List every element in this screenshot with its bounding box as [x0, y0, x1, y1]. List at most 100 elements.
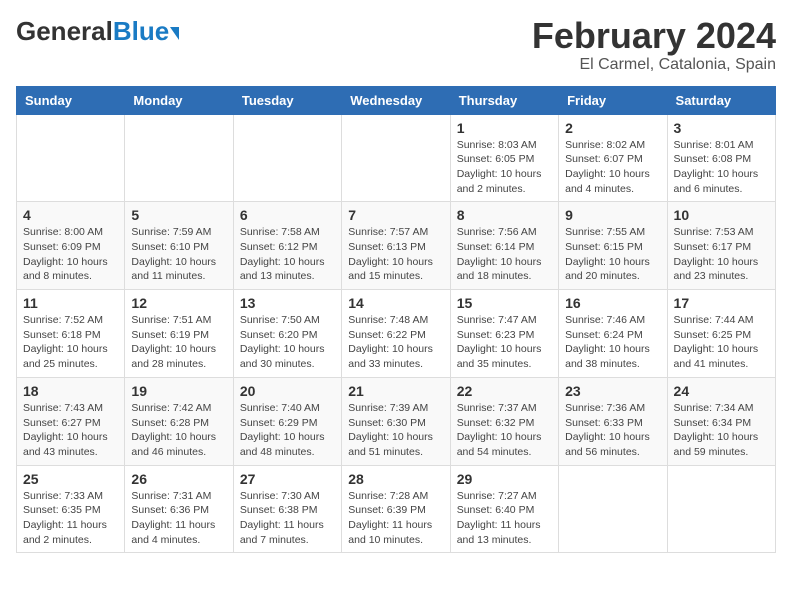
calendar-cell: 15 Sunrise: 7:47 AMSunset: 6:23 PMDayligh…: [450, 290, 558, 378]
day-number: 22: [457, 383, 552, 399]
day-info: Sunrise: 7:39 AMSunset: 6:30 PMDaylight:…: [348, 401, 443, 460]
calendar-cell: 14Sunrise: 7:48 AMSunset: 6:22 PMDayligh…: [342, 290, 450, 378]
day-info: Sunrise: 8:02 AMSunset: 6:07 PMDaylight:…: [565, 138, 660, 197]
calendar-cell: 6Sunrise: 7:58 AMSunset: 6:12 PMDaylight…: [233, 202, 341, 290]
calendar-cell: 23 Sunrise: 7:36 AMSunset: 6:33 PMDayligh…: [559, 377, 667, 465]
day-number: 13: [240, 295, 335, 311]
calendar-cell: 25 Sunrise: 7:33 AMSunset: 6:35 PMDayligh…: [17, 465, 125, 553]
calendar-header: Sunday Monday Tuesday Wednesday Thursday…: [17, 86, 776, 114]
day-number: 1: [457, 120, 552, 136]
calendar-cell: 19 Sunrise: 7:42 AMSunset: 6:28 PMDayligh…: [125, 377, 233, 465]
day-number: 5: [131, 207, 226, 223]
day-info: Sunrise: 7:51 AMSunset: 6:19 PMDaylight:…: [131, 313, 226, 372]
header-friday: Friday: [559, 86, 667, 114]
calendar-cell: 22 Sunrise: 7:37 AMSunset: 6:32 PMDayligh…: [450, 377, 558, 465]
day-info: Sunrise: 7:42 AMSunset: 6:28 PMDaylight:…: [131, 401, 226, 460]
day-number: 20: [240, 383, 335, 399]
title-area: February 2024 El Carmel, Catalonia, Spai…: [532, 16, 776, 74]
day-number: 15: [457, 295, 552, 311]
location-title: El Carmel, Catalonia, Spain: [532, 56, 776, 74]
header: GeneralBlue February 2024 El Carmel, Cat…: [16, 16, 776, 74]
day-info: Sunrise: 7:33 AMSunset: 6:35 PMDaylight:…: [23, 489, 118, 548]
day-number: 23: [565, 383, 660, 399]
day-info: Sunrise: 7:27 AMSunset: 6:40 PMDaylight:…: [457, 489, 552, 548]
day-number: 24: [674, 383, 769, 399]
logo-general: GeneralBlue: [16, 16, 169, 47]
day-number: 6: [240, 207, 335, 223]
calendar-cell: 4 Sunrise: 8:00 AMSunset: 6:09 PMDaylight…: [17, 202, 125, 290]
day-number: 26: [131, 471, 226, 487]
day-number: 17: [674, 295, 769, 311]
day-info: Sunrise: 7:43 AMSunset: 6:27 PMDaylight:…: [23, 401, 118, 460]
calendar-week-3: 18 Sunrise: 7:43 AMSunset: 6:27 PMDayligh…: [17, 377, 776, 465]
calendar-cell: 24 Sunrise: 7:34 AMSunset: 6:34 PMDayligh…: [667, 377, 775, 465]
day-number: 2: [565, 120, 660, 136]
day-info: Sunrise: 7:44 AMSunset: 6:25 PMDaylight:…: [674, 313, 769, 372]
day-number: 16: [565, 295, 660, 311]
calendar-cell: 9 Sunrise: 7:55 AMSunset: 6:15 PMDaylight…: [559, 202, 667, 290]
day-info: Sunrise: 7:28 AMSunset: 6:39 PMDaylight:…: [348, 489, 443, 548]
day-info: Sunrise: 8:00 AMSunset: 6:09 PMDaylight:…: [23, 225, 118, 284]
calendar-cell: 12 Sunrise: 7:51 AMSunset: 6:19 PMDayligh…: [125, 290, 233, 378]
calendar-week-2: 11Sunrise: 7:52 AMSunset: 6:18 PMDayligh…: [17, 290, 776, 378]
header-thursday: Thursday: [450, 86, 558, 114]
day-info: Sunrise: 7:53 AMSunset: 6:17 PMDaylight:…: [674, 225, 769, 284]
header-tuesday: Tuesday: [233, 86, 341, 114]
calendar-cell: 3Sunrise: 8:01 AMSunset: 6:08 PMDaylight…: [667, 114, 775, 202]
calendar-cell: 2 Sunrise: 8:02 AMSunset: 6:07 PMDaylight…: [559, 114, 667, 202]
day-number: 19: [131, 383, 226, 399]
day-info: Sunrise: 7:56 AMSunset: 6:14 PMDaylight:…: [457, 225, 552, 284]
day-number: 12: [131, 295, 226, 311]
day-number: 8: [457, 207, 552, 223]
day-info: Sunrise: 7:30 AMSunset: 6:38 PMDaylight:…: [240, 489, 335, 548]
day-number: 29: [457, 471, 552, 487]
day-info: Sunrise: 7:50 AMSunset: 6:20 PMDaylight:…: [240, 313, 335, 372]
day-info: Sunrise: 8:03 AMSunset: 6:05 PMDaylight:…: [457, 138, 552, 197]
calendar-table: Sunday Monday Tuesday Wednesday Thursday…: [16, 86, 776, 554]
day-number: 11: [23, 295, 118, 311]
header-monday: Monday: [125, 86, 233, 114]
calendar-cell: 21 Sunrise: 7:39 AMSunset: 6:30 PMDayligh…: [342, 377, 450, 465]
header-wednesday: Wednesday: [342, 86, 450, 114]
calendar-cell: [667, 465, 775, 553]
calendar-cell: 16 Sunrise: 7:46 AMSunset: 6:24 PMDayligh…: [559, 290, 667, 378]
day-info: Sunrise: 7:36 AMSunset: 6:33 PMDaylight:…: [565, 401, 660, 460]
day-info: Sunrise: 7:40 AMSunset: 6:29 PMDaylight:…: [240, 401, 335, 460]
day-info: Sunrise: 8:01 AMSunset: 6:08 PMDaylight:…: [674, 138, 769, 197]
calendar-cell: 11Sunrise: 7:52 AMSunset: 6:18 PMDayligh…: [17, 290, 125, 378]
calendar-cell: 8 Sunrise: 7:56 AMSunset: 6:14 PMDaylight…: [450, 202, 558, 290]
day-number: 27: [240, 471, 335, 487]
calendar-cell: 17 Sunrise: 7:44 AMSunset: 6:25 PMDayligh…: [667, 290, 775, 378]
day-info: Sunrise: 7:46 AMSunset: 6:24 PMDaylight:…: [565, 313, 660, 372]
calendar-cell: 27 Sunrise: 7:30 AMSunset: 6:38 PMDayligh…: [233, 465, 341, 553]
calendar-week-0: 1 Sunrise: 8:03 AMSunset: 6:05 PMDaylight…: [17, 114, 776, 202]
day-info: Sunrise: 7:57 AMSunset: 6:13 PMDaylight:…: [348, 225, 443, 284]
calendar-cell: 28Sunrise: 7:28 AMSunset: 6:39 PMDayligh…: [342, 465, 450, 553]
day-info: Sunrise: 7:59 AMSunset: 6:10 PMDaylight:…: [131, 225, 226, 284]
logo: GeneralBlue: [16, 16, 179, 47]
day-number: 4: [23, 207, 118, 223]
calendar-cell: 18 Sunrise: 7:43 AMSunset: 6:27 PMDayligh…: [17, 377, 125, 465]
day-info: Sunrise: 7:55 AMSunset: 6:15 PMDaylight:…: [565, 225, 660, 284]
header-sunday: Sunday: [17, 86, 125, 114]
day-info: Sunrise: 7:47 AMSunset: 6:23 PMDaylight:…: [457, 313, 552, 372]
day-info: Sunrise: 7:31 AMSunset: 6:36 PMDaylight:…: [131, 489, 226, 548]
day-number: 21: [348, 383, 443, 399]
calendar-cell: 5 Sunrise: 7:59 AMSunset: 6:10 PMDaylight…: [125, 202, 233, 290]
calendar-cell: 26 Sunrise: 7:31 AMSunset: 6:36 PMDayligh…: [125, 465, 233, 553]
day-number: 7: [348, 207, 443, 223]
calendar-cell: 1 Sunrise: 8:03 AMSunset: 6:05 PMDaylight…: [450, 114, 558, 202]
header-row: Sunday Monday Tuesday Wednesday Thursday…: [17, 86, 776, 114]
calendar-cell: [125, 114, 233, 202]
day-number: 14: [348, 295, 443, 311]
day-number: 9: [565, 207, 660, 223]
day-info: Sunrise: 7:37 AMSunset: 6:32 PMDaylight:…: [457, 401, 552, 460]
calendar-cell: [233, 114, 341, 202]
day-number: 18: [23, 383, 118, 399]
calendar-cell: [17, 114, 125, 202]
calendar-cell: [342, 114, 450, 202]
calendar-cell: 29 Sunrise: 7:27 AMSunset: 6:40 PMDayligh…: [450, 465, 558, 553]
day-number: 25: [23, 471, 118, 487]
calendar-cell: 20 Sunrise: 7:40 AMSunset: 6:29 PMDayligh…: [233, 377, 341, 465]
day-info: Sunrise: 7:34 AMSunset: 6:34 PMDaylight:…: [674, 401, 769, 460]
